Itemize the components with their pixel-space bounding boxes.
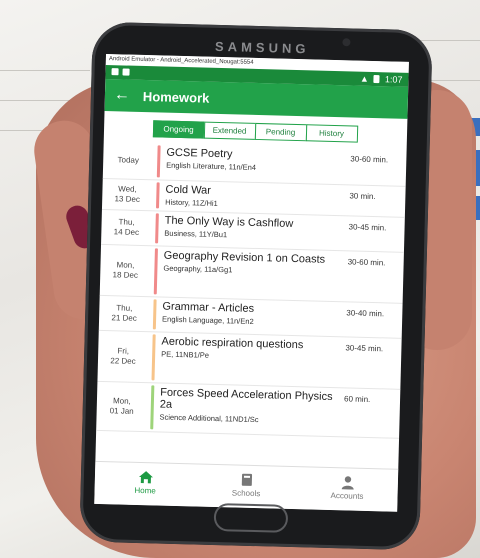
homework-info: Geography Revision 1 on Coasts Geography,… xyxy=(163,247,348,302)
homework-duration: 60 min. xyxy=(343,394,371,405)
tab-pending[interactable]: Pending xyxy=(254,122,307,142)
school-icon xyxy=(238,473,254,487)
nav-accounts[interactable]: Accounts xyxy=(296,467,398,512)
tab-bar: Ongoing Extended Pending History xyxy=(104,119,407,144)
homework-duration: 30-60 min. xyxy=(350,154,389,165)
priority-bar xyxy=(156,145,161,178)
nav-label: Schools xyxy=(231,488,261,499)
priority-bar xyxy=(151,334,156,381)
tab-history[interactable]: History xyxy=(305,124,358,143)
tab-extended[interactable]: Extended xyxy=(203,121,256,140)
due-date: Fri, 22 Dec xyxy=(110,346,136,366)
priority-bar xyxy=(152,299,157,330)
due-date: Mon, 18 Dec xyxy=(112,260,139,280)
homework-info: Aerobic respiration questions PE, 11NB1/P… xyxy=(160,333,345,388)
notification-icon xyxy=(122,68,130,76)
due-date: Today xyxy=(117,155,140,165)
due-date: Wed, 13 Dec xyxy=(114,184,141,204)
status-time: 1:07 xyxy=(384,74,403,85)
priority-bar xyxy=(153,248,158,295)
signal-icon: ▲ xyxy=(359,73,370,84)
page-title: Homework xyxy=(142,88,210,106)
back-arrow-icon[interactable]: ← xyxy=(109,86,135,105)
homework-row[interactable]: Mon, 18 Dec Geography Revision 1 on Coast… xyxy=(99,244,404,304)
homework-duration: 30-45 min. xyxy=(345,343,384,354)
homework-duration: 30-45 min. xyxy=(348,222,387,233)
phone-device: SAMSUNG Android Emulator - Android_Accel… xyxy=(79,21,433,551)
homework-info: Grammar - Articles English Language, 11n/… xyxy=(162,298,347,337)
app-screen: Android Emulator - Android_Accelerated_N… xyxy=(94,53,409,512)
priority-bar xyxy=(150,385,155,430)
paper-line xyxy=(0,70,90,71)
homework-duration: 30-40 min. xyxy=(346,308,385,319)
tab-ongoing[interactable]: Ongoing xyxy=(152,120,205,139)
home-icon xyxy=(137,470,153,484)
homework-list: Today GCSE Poetry English Literature, 11n/… xyxy=(96,141,407,439)
homework-row[interactable]: Mon, 01 Jan Forces Speed Acceleration Phy… xyxy=(96,381,401,439)
nav-label: Home xyxy=(134,485,156,496)
homework-info: Forces Speed Acceleration Physics 2a Scie… xyxy=(159,384,344,437)
priority-bar xyxy=(155,182,160,209)
nav-schools[interactable]: Schools xyxy=(195,464,297,509)
homework-info: The Only Way is Cashflow Business, 11Y/Bu… xyxy=(164,212,349,251)
due-date: Thu, 14 Dec xyxy=(113,217,140,237)
homework-duration: 30-60 min. xyxy=(347,257,386,268)
notification-icon xyxy=(111,68,119,76)
person-icon xyxy=(339,475,355,490)
homework-info: Cold War History, 11Z/Hi1 xyxy=(165,181,350,216)
homework-duration: 30 min. xyxy=(349,191,376,202)
nav-home[interactable]: Home xyxy=(94,462,196,507)
home-button[interactable] xyxy=(213,502,289,533)
homework-row[interactable]: Fri, 22 Dec Aerobic respiration questions… xyxy=(97,330,402,390)
homework-title: Forces Speed Acceleration Physics 2a xyxy=(159,386,333,411)
due-date: Mon, 01 Jan xyxy=(109,396,134,416)
homework-info: GCSE Poetry English Literature, 11n/En4 xyxy=(166,144,351,185)
due-date: Thu, 21 Dec xyxy=(111,303,137,323)
nav-label: Accounts xyxy=(330,491,364,501)
priority-bar xyxy=(155,213,159,244)
battery-icon xyxy=(373,75,381,84)
